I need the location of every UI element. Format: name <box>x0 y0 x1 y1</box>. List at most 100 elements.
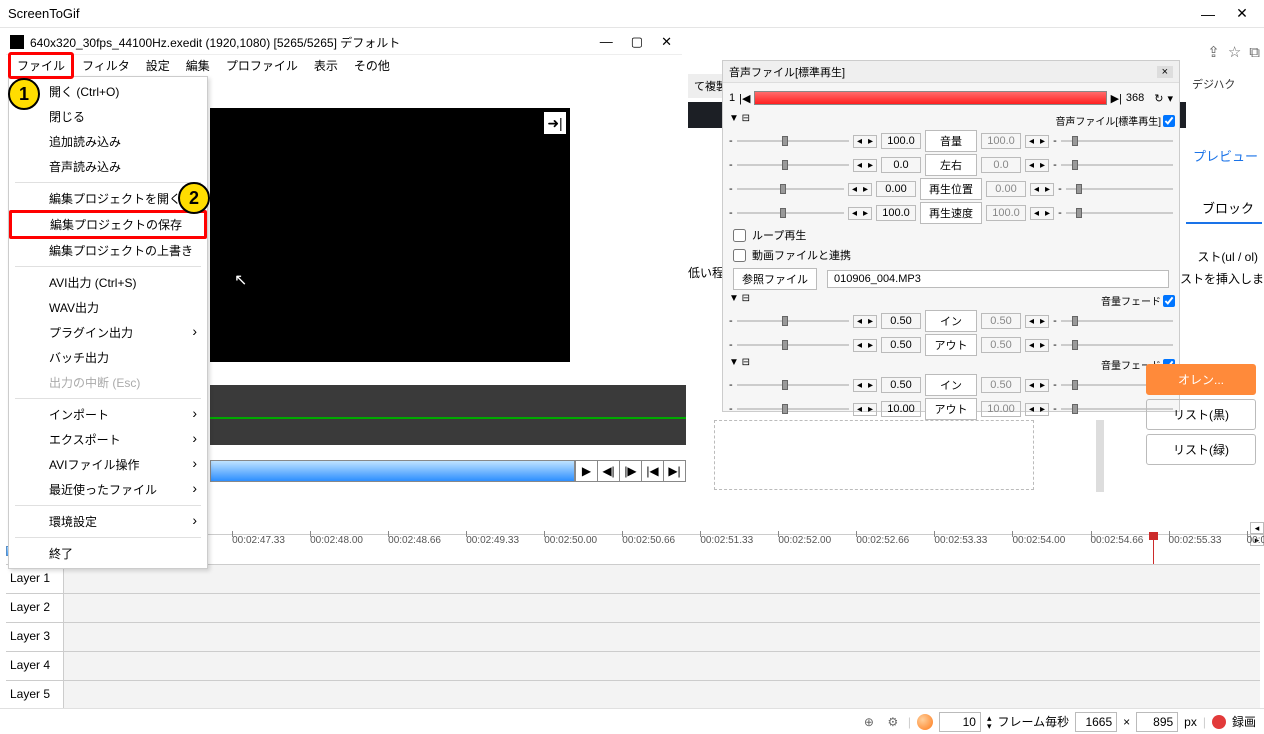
param-name-button[interactable]: 再生速度 <box>920 202 982 224</box>
menu-overwrite-project[interactable]: 編集プロジェクトの上書き <box>9 238 207 263</box>
frame-slider-track[interactable] <box>754 91 1106 105</box>
spinner[interactable]: ◂▸ <box>853 159 877 172</box>
param-slider-left[interactable] <box>737 314 849 328</box>
section-enable-checkbox[interactable] <box>1163 115 1175 127</box>
layer-track[interactable] <box>64 623 1260 651</box>
share-icon[interactable]: ⇪ <box>1207 43 1220 61</box>
preview-link[interactable]: プレビュー <box>1193 146 1258 165</box>
param-slider-left[interactable] <box>737 338 849 352</box>
menu-batch-out[interactable]: バッチ出力 <box>9 345 207 370</box>
layer-label[interactable]: Layer 5 <box>6 681 64 708</box>
spinner[interactable]: ◂▸ <box>1030 183 1054 196</box>
drop-zone[interactable] <box>714 420 1034 490</box>
skip-end-icon[interactable]: ▶| <box>1111 92 1122 105</box>
param-value-left[interactable]: 0.00 <box>876 181 916 197</box>
param-value-left[interactable]: 0.50 <box>881 377 921 393</box>
menu-profile[interactable]: プロファイル <box>218 54 306 77</box>
go-end-icon[interactable]: ▶| <box>663 461 685 481</box>
scroll-left-icon[interactable]: ◂ <box>1250 522 1264 534</box>
record-icon[interactable] <box>1212 715 1226 729</box>
spinner[interactable]: ◂▸ <box>853 403 877 416</box>
param-slider-right[interactable] <box>1061 314 1173 328</box>
param-value-right[interactable]: 0.50 <box>981 377 1021 393</box>
fps-input[interactable] <box>939 712 981 732</box>
menu-audio-import[interactable]: 音声読み込み <box>9 154 207 179</box>
param-value-right[interactable]: 100.0 <box>986 205 1026 221</box>
param-value-left[interactable]: 100.0 <box>881 133 921 149</box>
menu-add-import[interactable]: 追加読み込み <box>9 129 207 154</box>
param-name-button[interactable]: アウト <box>925 334 977 356</box>
skip-start-icon[interactable]: |◀ <box>739 92 750 105</box>
loop-checkbox[interactable] <box>733 229 746 242</box>
maximize-icon[interactable]: ▢ <box>631 34 643 50</box>
param-value-left[interactable]: 100.0 <box>876 205 916 221</box>
param-name-button[interactable]: イン <box>925 310 977 332</box>
menu-import[interactable]: インポート <box>9 402 207 427</box>
param-name-button[interactable]: アウト <box>925 398 977 420</box>
menu-recent[interactable]: 最近使ったファイル <box>9 477 207 502</box>
param-slider-left[interactable] <box>737 134 849 148</box>
spinner[interactable]: ◂▸ <box>853 339 877 352</box>
layer-row[interactable]: Layer 2 <box>6 593 1260 622</box>
spinner[interactable]: ◂▸ <box>1025 379 1049 392</box>
extension-icon[interactable]: ⧉ <box>1249 44 1260 61</box>
menu-avi-ops[interactable]: AVIファイル操作 <box>9 452 207 477</box>
param-slider-right[interactable] <box>1066 182 1173 196</box>
reference-file-button[interactable]: 参照ファイル <box>733 268 817 290</box>
spinner[interactable]: ◂▸ <box>1025 403 1049 416</box>
fade-enable-checkbox[interactable] <box>1163 295 1175 307</box>
spinner[interactable]: ◂▸ <box>1030 207 1054 220</box>
step-fwd-icon[interactable]: |▶ <box>619 461 641 481</box>
param-name-button[interactable]: イン <box>925 374 977 396</box>
menu-edit[interactable]: 編集 <box>178 54 218 77</box>
param-slider-left[interactable] <box>737 158 849 172</box>
menu-filter[interactable]: フィルタ <box>74 54 138 77</box>
param-slider-right[interactable] <box>1061 338 1173 352</box>
record-label[interactable]: 録画 <box>1232 713 1256 730</box>
spinner[interactable]: ◂▸ <box>848 183 872 196</box>
layer-label[interactable]: Layer 3 <box>6 623 64 651</box>
target-icon[interactable]: ⊕ <box>860 713 878 731</box>
spinner[interactable]: ◂▸ <box>853 315 877 328</box>
layer-row[interactable]: Layer 4 <box>6 651 1260 680</box>
collapse-toggle-icon[interactable]: ▼ ⊟ <box>729 293 750 304</box>
layer-track[interactable] <box>64 681 1260 708</box>
param-value-right[interactable]: 0.00 <box>986 181 1026 197</box>
menu-file[interactable]: ファイル <box>8 52 74 79</box>
layer-track[interactable] <box>64 594 1260 622</box>
param-value-left[interactable]: 10.00 <box>881 401 921 417</box>
menu-settings[interactable]: 設定 <box>138 54 178 77</box>
loop-icon[interactable]: ↻ <box>1154 92 1163 105</box>
timeline-ruler[interactable]: 00:02:46.0000:02:46.6600:02:47.3300:02:4… <box>66 534 1260 562</box>
list-black-button[interactable]: リスト(黒) <box>1146 399 1256 430</box>
close-icon[interactable]: × <box>1157 66 1173 78</box>
play-icon[interactable]: ▶ <box>575 461 597 481</box>
close-icon[interactable]: ✕ <box>661 34 672 50</box>
minimize-icon[interactable]: — <box>600 34 613 50</box>
param-value-left[interactable]: 0.50 <box>881 313 921 329</box>
layer-label[interactable]: Layer 2 <box>6 594 64 622</box>
go-start-icon[interactable]: |◀ <box>641 461 663 481</box>
list-green-button[interactable]: リスト(緑) <box>1146 434 1256 465</box>
param-slider-left[interactable] <box>737 182 844 196</box>
param-value-right[interactable]: 10.00 <box>981 401 1021 417</box>
menu-env[interactable]: 環境設定 <box>9 509 207 534</box>
menu-view[interactable]: 表示 <box>306 54 346 77</box>
menu-quit[interactable]: 終了 <box>9 541 207 566</box>
spinner[interactable]: ◂▸ <box>1025 339 1049 352</box>
link-video-checkbox[interactable] <box>733 249 746 262</box>
fps-spinner-icon[interactable]: ▴▾ <box>987 714 992 730</box>
param-slider-right[interactable] <box>1066 206 1173 220</box>
close-icon[interactable]: ✕ <box>1228 4 1256 24</box>
menu-other[interactable]: その他 <box>346 54 398 77</box>
layer-label[interactable]: Layer 4 <box>6 652 64 680</box>
spinner[interactable]: ◂▸ <box>853 379 877 392</box>
param-slider-left[interactable] <box>737 402 849 416</box>
param-slider-right[interactable] <box>1061 134 1173 148</box>
param-value-right[interactable]: 100.0 <box>981 133 1021 149</box>
height-input[interactable] <box>1136 712 1178 732</box>
collapse-toggle-icon[interactable]: ▼ ⊟ <box>729 357 750 368</box>
param-value-left[interactable]: 0.50 <box>881 337 921 353</box>
param-value-right[interactable]: 0.0 <box>981 157 1021 173</box>
spinner[interactable]: ◂▸ <box>853 135 877 148</box>
